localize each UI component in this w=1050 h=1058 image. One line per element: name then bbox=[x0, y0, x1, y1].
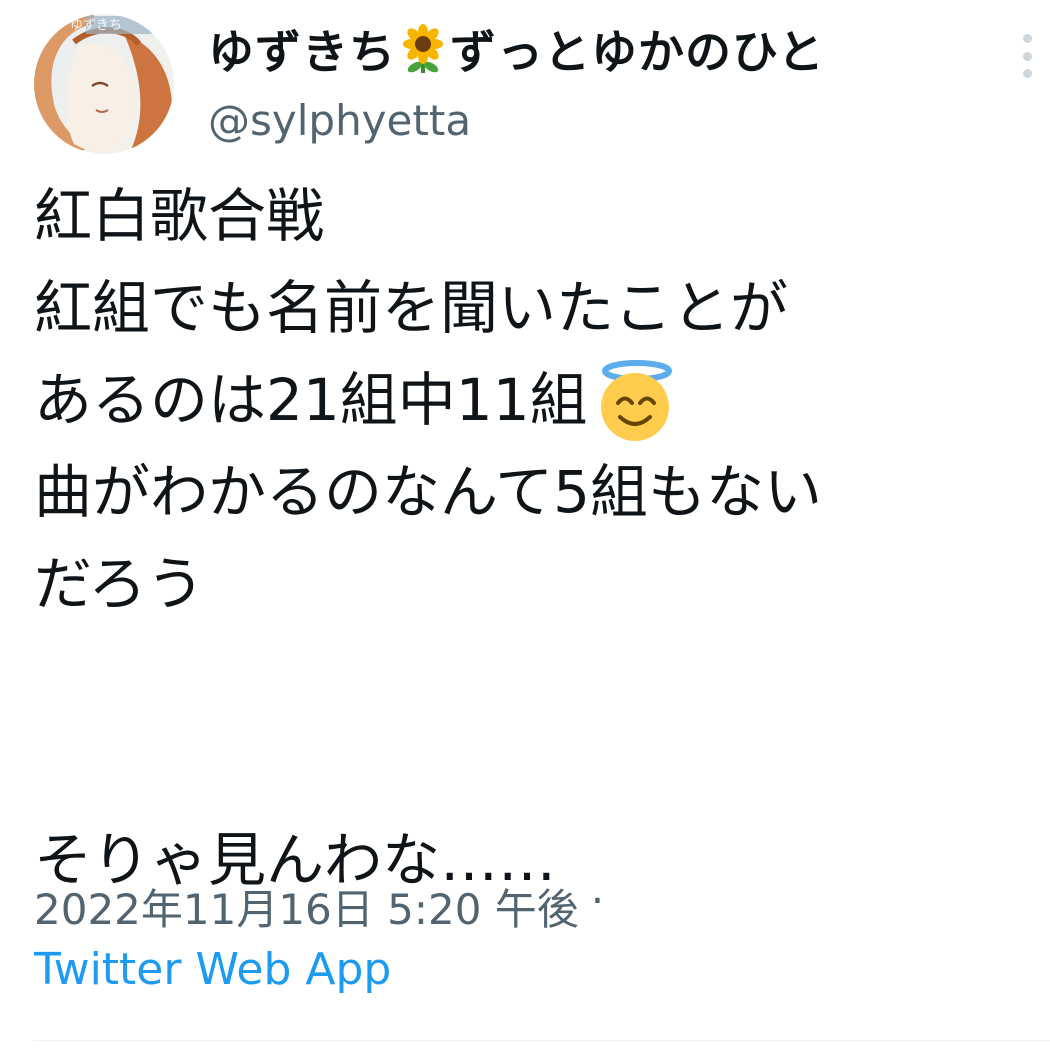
user-handle[interactable]: @sylphyetta bbox=[208, 96, 471, 145]
display-name[interactable]: ゆずきち ずっとゆかのひと bbox=[208, 14, 825, 84]
more-vertical-icon[interactable] bbox=[1010, 34, 1044, 78]
display-name-prefix: ゆずきち bbox=[208, 25, 396, 79]
meta-separator: · bbox=[590, 876, 605, 925]
tweet-line-with-emoji: あるのは21組中11組 bbox=[34, 354, 1034, 446]
display-name-suffix: ずっとゆかのひと bbox=[450, 25, 825, 79]
tweet-source-link[interactable]: Twitter Web App bbox=[34, 944, 391, 995]
tweet: ゆずきち ゆずきち ずっとゆかのひと @sylphyetta 紅白歌合戦 紅組で… bbox=[0, 0, 1050, 1058]
tweet-timestamp[interactable]: 2022年11月16日 5:20 午後 bbox=[34, 876, 579, 937]
sunflower-icon bbox=[398, 24, 448, 74]
tweet-line: 紅白歌合戦 bbox=[34, 182, 325, 250]
divider bbox=[34, 1040, 1050, 1041]
tweet-line: 曲がわかるのなんて5組もない bbox=[34, 458, 823, 526]
tweet-line: あるのは21組中11組 bbox=[34, 366, 588, 434]
avatar-illustration bbox=[34, 14, 174, 154]
tweet-line: だろう bbox=[34, 550, 205, 618]
smiling-face-with-halo-icon bbox=[592, 357, 678, 443]
tweet-text: 紅白歌合戦 紅組でも名前を聞いたことが あるのは21組中11組 曲がわかるのなん… bbox=[34, 170, 1034, 906]
tweet-meta: 2022年11月16日 5:20 午後 · bbox=[34, 876, 604, 937]
avatar[interactable] bbox=[34, 14, 174, 154]
tweet-line: 紅組でも名前を聞いたことが bbox=[34, 274, 789, 342]
avatar-label: ゆずきち bbox=[70, 18, 123, 33]
